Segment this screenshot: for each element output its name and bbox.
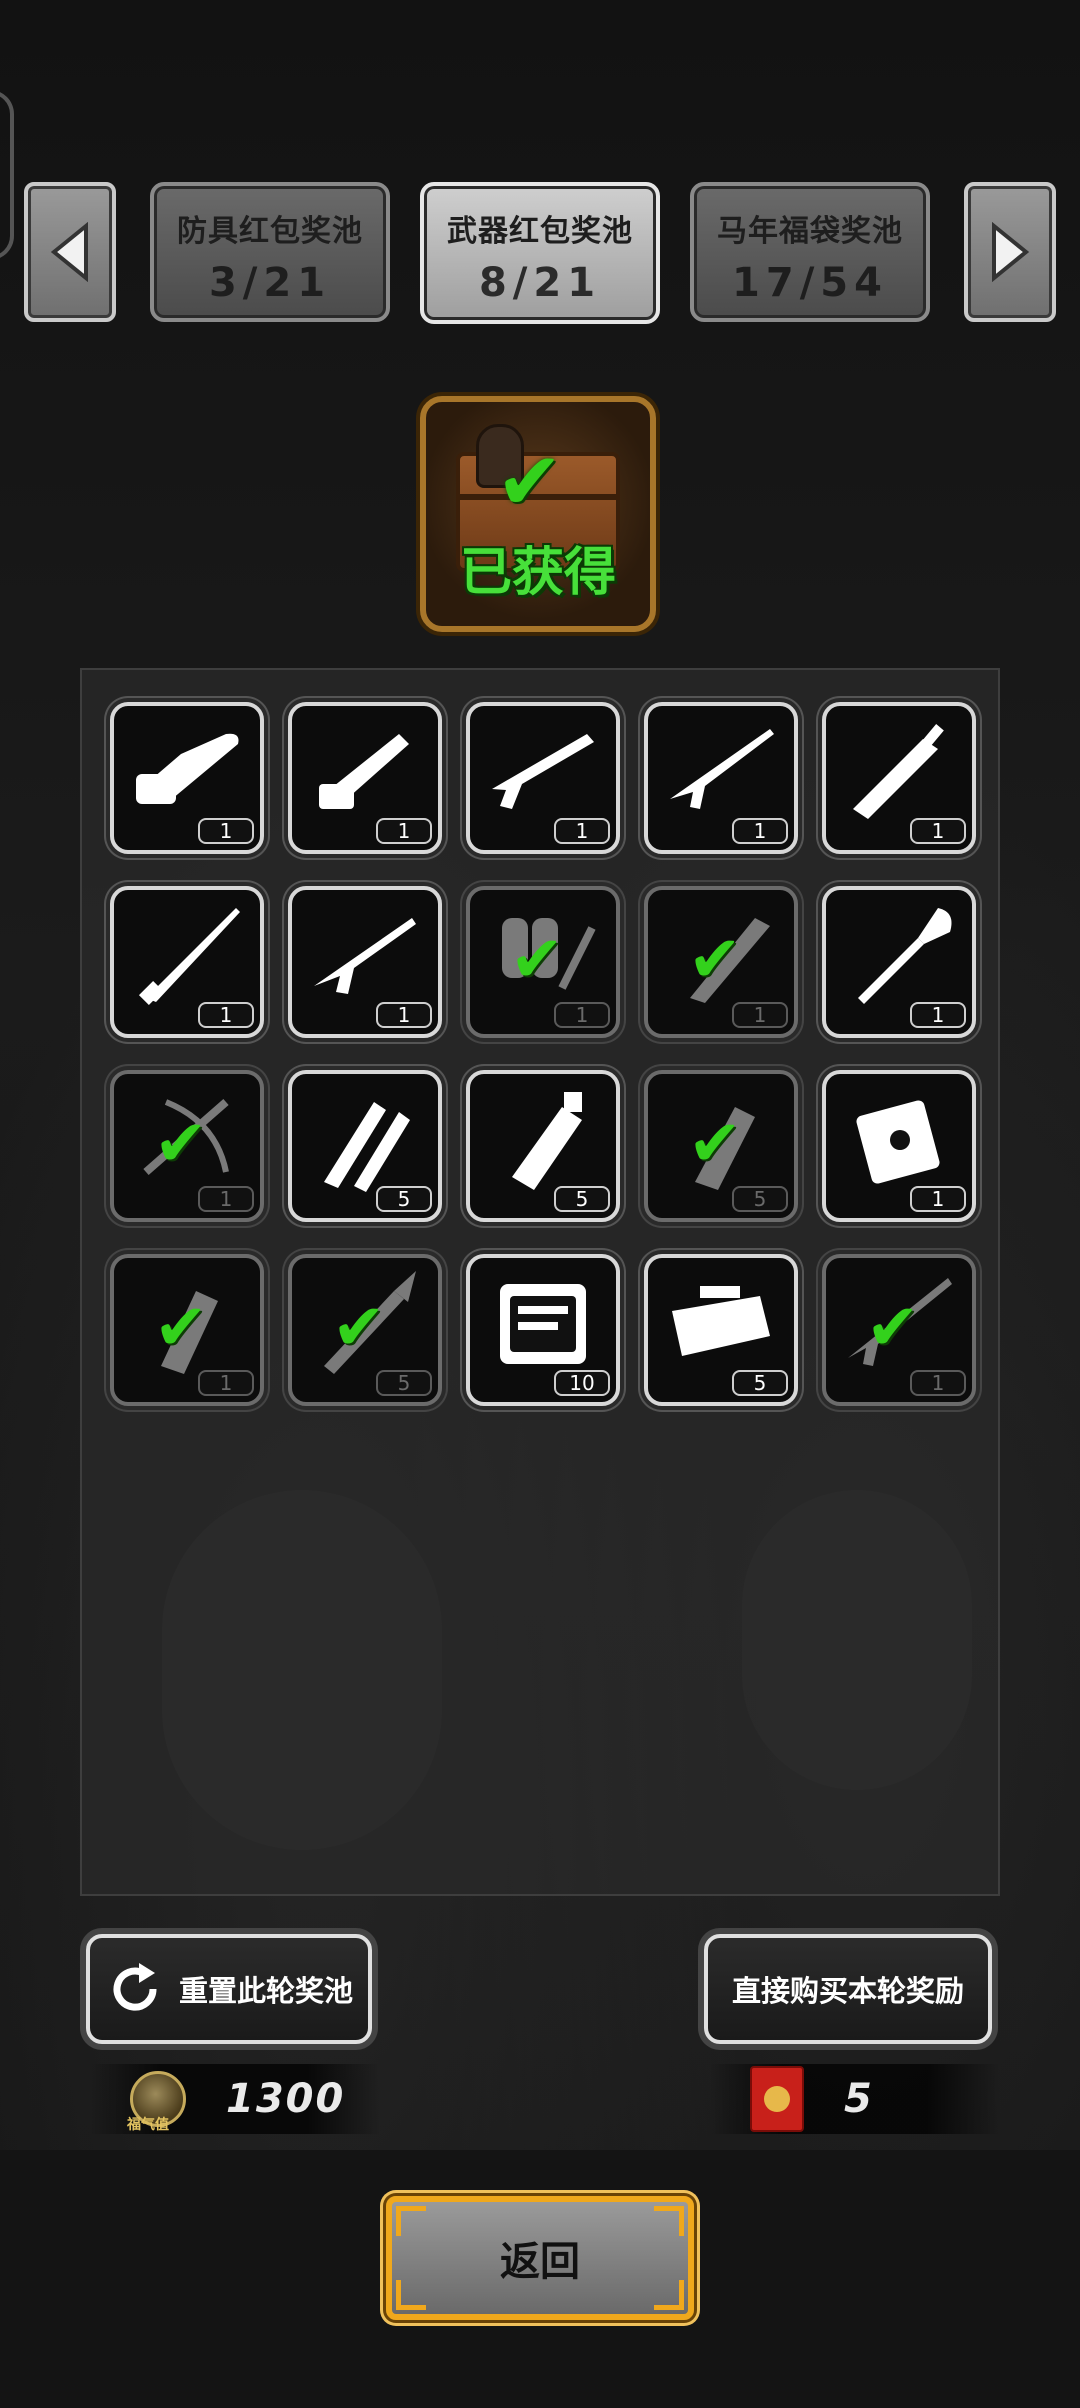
reset-label: 重置此轮奖池	[178, 1974, 353, 2008]
fortune-label: 福气值	[127, 2117, 169, 2133]
item-count: 1	[198, 1186, 254, 1212]
corner-ornament	[654, 2206, 684, 2236]
tab-progress: 3/21	[208, 260, 332, 306]
item-count: 5	[732, 1370, 788, 1396]
item-count: 5	[376, 1186, 432, 1212]
reset-pool-button[interactable]: 重置此轮奖池	[86, 1934, 372, 2044]
corner-ornament	[654, 2280, 684, 2310]
reward-item-flashbang[interactable]: 5	[466, 1070, 620, 1222]
back-label: 返回	[500, 2239, 580, 2285]
shovel-icon	[858, 908, 952, 1004]
reward-item-incendiary[interactable]: 1	[822, 1070, 976, 1222]
reward-item-gatling[interactable]: 1	[288, 702, 442, 854]
reward-item-rpg[interactable]: ✔ 5	[288, 1254, 442, 1406]
item-count: 1	[732, 1002, 788, 1028]
reward-item-assault-rifle[interactable]: 1	[288, 886, 442, 1038]
prev-pool-button[interactable]	[24, 182, 116, 322]
item-count: 1	[198, 1002, 254, 1028]
item-count: 5	[732, 1186, 788, 1212]
fortune-coin-icon: 福气值	[127, 2071, 186, 2133]
refresh-icon	[113, 1963, 157, 2011]
bullets-icon	[324, 1102, 410, 1192]
assault-rifle-icon	[314, 918, 416, 994]
redpacket-balance: 5	[710, 2064, 1000, 2134]
reward-item-spear[interactable]: 1	[110, 886, 264, 1038]
item-count: 1	[554, 818, 610, 844]
grand-prize-chest: ✔ 已获得	[420, 396, 656, 632]
spear-icon	[138, 908, 240, 1006]
corner-ornament	[396, 2280, 426, 2310]
tab-label: 武器红包奖池	[447, 214, 633, 249]
item-count: 1	[198, 1370, 254, 1396]
reward-item-bullets[interactable]: 5	[288, 1070, 442, 1222]
flashbang-grenade-icon	[512, 1092, 582, 1190]
arrow-right-icon	[992, 222, 1030, 282]
tab-weapon-pool[interactable]: 武器红包奖池 8/21	[420, 182, 660, 324]
item-count: 1	[732, 818, 788, 844]
item-count: 1	[910, 818, 966, 844]
reward-item-crossbow[interactable]: ✔ 1	[110, 1070, 264, 1222]
item-count: 1	[376, 1002, 432, 1028]
reward-item-flamethrower[interactable]: ✔ 1	[466, 886, 620, 1038]
red-packet-icon	[750, 2066, 804, 2132]
check-icon: ✔	[496, 435, 564, 528]
item-count: 1	[198, 818, 254, 844]
check-icon: ✔	[688, 923, 742, 997]
reward-item-toolbox[interactable]: 5	[644, 1254, 798, 1406]
reward-item-chainsaw[interactable]: 1	[110, 702, 264, 854]
tab-armor-pool[interactable]: 防具红包奖池 3/21	[150, 182, 390, 322]
arrow-left-icon	[50, 222, 88, 282]
reward-item-shovel[interactable]: 1	[822, 886, 976, 1038]
tab-progress: 8/21	[478, 260, 602, 306]
fortune-balance: 福气值 1300	[90, 2064, 380, 2134]
reward-grid-panel: 1 1 1 1 1 1 1 ✔ 1 ✔ 1 1 ✔ 1 5 5 ✔ 5 1 ✔ …	[80, 668, 1000, 1896]
buy-rewards-button[interactable]: 直接购买本轮奖励	[704, 1934, 992, 2044]
reward-item-smoke-grenade[interactable]: ✔ 1	[110, 1254, 264, 1406]
check-icon: ✔	[154, 1291, 208, 1365]
redpacket-value: 5	[844, 2076, 874, 2122]
tab-label: 防具红包奖池	[177, 214, 363, 249]
obtained-label: 已获得	[459, 543, 616, 603]
side-decoration	[0, 90, 14, 260]
tab-label: 马年福袋奖池	[717, 214, 903, 249]
reward-item-shotgun[interactable]: 1	[466, 702, 620, 854]
chainsaw-icon	[136, 733, 239, 804]
item-count: 1	[376, 818, 432, 844]
corner-ornament	[396, 2206, 426, 2236]
check-icon: ✔	[866, 1291, 920, 1365]
tab-horse-bag-pool[interactable]: 马年福袋奖池 17/54	[690, 182, 930, 322]
reward-item-machete[interactable]: ✔ 1	[644, 886, 798, 1038]
shotgun-icon	[492, 734, 594, 809]
rifle-icon	[670, 729, 774, 809]
reward-item-frag-grenade[interactable]: ✔ 5	[644, 1070, 798, 1222]
item-count: 10	[554, 1370, 610, 1396]
back-button[interactable]: 返回	[386, 2196, 694, 2320]
reward-item-rifle[interactable]: 1	[644, 702, 798, 854]
background-figure	[162, 1490, 442, 1850]
buy-label: 直接购买本轮奖励	[731, 1974, 964, 2008]
repair-kit-icon	[500, 1284, 586, 1364]
item-count: 5	[554, 1186, 610, 1212]
check-icon: ✔	[510, 923, 564, 997]
item-count: 5	[376, 1370, 432, 1396]
item-count: 1	[554, 1002, 610, 1028]
item-count: 1	[910, 1002, 966, 1028]
reward-item-broadsword[interactable]: 1	[822, 702, 976, 854]
tab-progress: 17/54	[732, 260, 888, 306]
next-pool-button[interactable]	[964, 182, 1056, 322]
background-figure	[742, 1490, 972, 1790]
gatling-gun-icon	[319, 734, 409, 809]
check-icon: ✔	[688, 1107, 742, 1181]
reward-item-sniper-rifle[interactable]: ✔ 1	[822, 1254, 976, 1406]
check-icon: ✔	[154, 1107, 208, 1181]
incendiary-pack-icon	[856, 1100, 940, 1184]
item-count: 1	[910, 1370, 966, 1396]
fortune-value: 1300	[226, 2076, 346, 2122]
check-icon: ✔	[332, 1291, 386, 1365]
broadsword-icon	[853, 724, 944, 819]
toolbox-icon	[672, 1286, 770, 1356]
reward-item-repair-kit[interactable]: 10	[466, 1254, 620, 1406]
item-count: 1	[910, 1186, 966, 1212]
